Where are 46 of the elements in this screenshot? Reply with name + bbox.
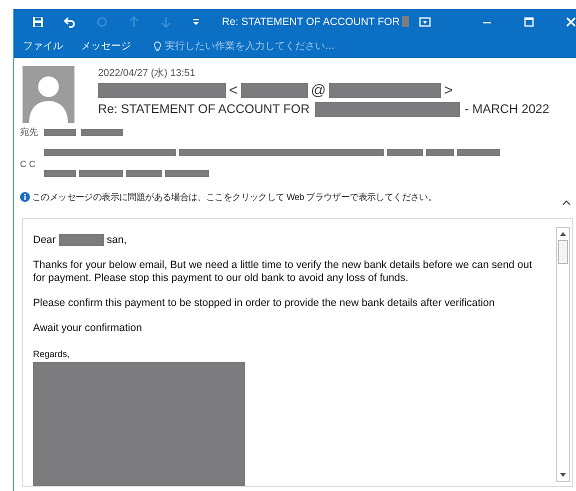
message-paragraph: Thanks for your below email, But we need a little time to verify the new bank details before we can send out for payment. Please stop this payment to our old bank to avoid any loss of funds. (33, 259, 534, 285)
ribbon-tab[interactable]: ファイル (23, 39, 63, 53)
redaction-bar (81, 129, 123, 136)
redaction-bar (165, 170, 209, 178)
redaction-bar (402, 16, 409, 27)
redaction-bar (126, 170, 162, 178)
signoff-text: Regards, (33, 349, 71, 359)
subject-text: Re: STATEMENT OF ACCOUNT FOR (98, 102, 310, 116)
to-label: 宛先 (20, 126, 39, 139)
greeting-text: san, (106, 234, 127, 246)
redaction-bar (44, 129, 76, 136)
sent-date: 2022/04/27 (水) 13:51 (98, 66, 196, 81)
scroll-down-icon[interactable] (559, 471, 567, 479)
redaction-bar (58, 234, 104, 246)
close-icon[interactable] (565, 16, 576, 28)
customize-icon[interactable] (192, 18, 200, 26)
window-title: Re: STATEMENT OF ACCOUNT FOR (222, 16, 400, 28)
ribbon-display-icon[interactable] (419, 16, 431, 28)
ribbon-tab[interactable]: メッセージ (81, 39, 131, 53)
redaction-bar (426, 149, 454, 156)
redaction-bar (79, 170, 123, 178)
angle-bracket: > (444, 82, 453, 98)
message-paragraph: Please confirm this payment to be stopped in order to provide the new bank details after verification (33, 297, 496, 310)
info-bar-message[interactable]: このメッセージの表示に問題がある場合は、ここをクリックして Web ブラウザーで表示してください。 (32, 190, 437, 204)
redaction-bar (44, 170, 76, 178)
scrollbar[interactable] (556, 227, 570, 482)
redaction-bar (240, 82, 308, 98)
at-sign: @ (310, 82, 326, 98)
lightbulb-icon (153, 40, 162, 52)
down-arrow-icon (160, 16, 172, 28)
scroll-thumb[interactable] (558, 240, 568, 264)
scroll-up-icon[interactable] (559, 230, 567, 238)
message-paragraph: Await your confirmation (33, 322, 143, 335)
collapse-caret-icon[interactable] (562, 200, 571, 206)
save-icon[interactable] (32, 16, 44, 28)
angle-bracket: < (229, 82, 238, 98)
redaction-bar (457, 149, 500, 156)
redaction-bar (387, 149, 423, 156)
avatar-icon (20, 66, 77, 123)
undo-icon[interactable] (64, 16, 76, 28)
maximize-icon[interactable] (523, 16, 535, 28)
info-icon (20, 192, 30, 202)
subject-text: - MARCH 2022 (464, 102, 550, 116)
cc-label: C C (20, 158, 36, 168)
up-arrow-icon (128, 16, 140, 28)
greeting-text: Dear (33, 234, 56, 246)
